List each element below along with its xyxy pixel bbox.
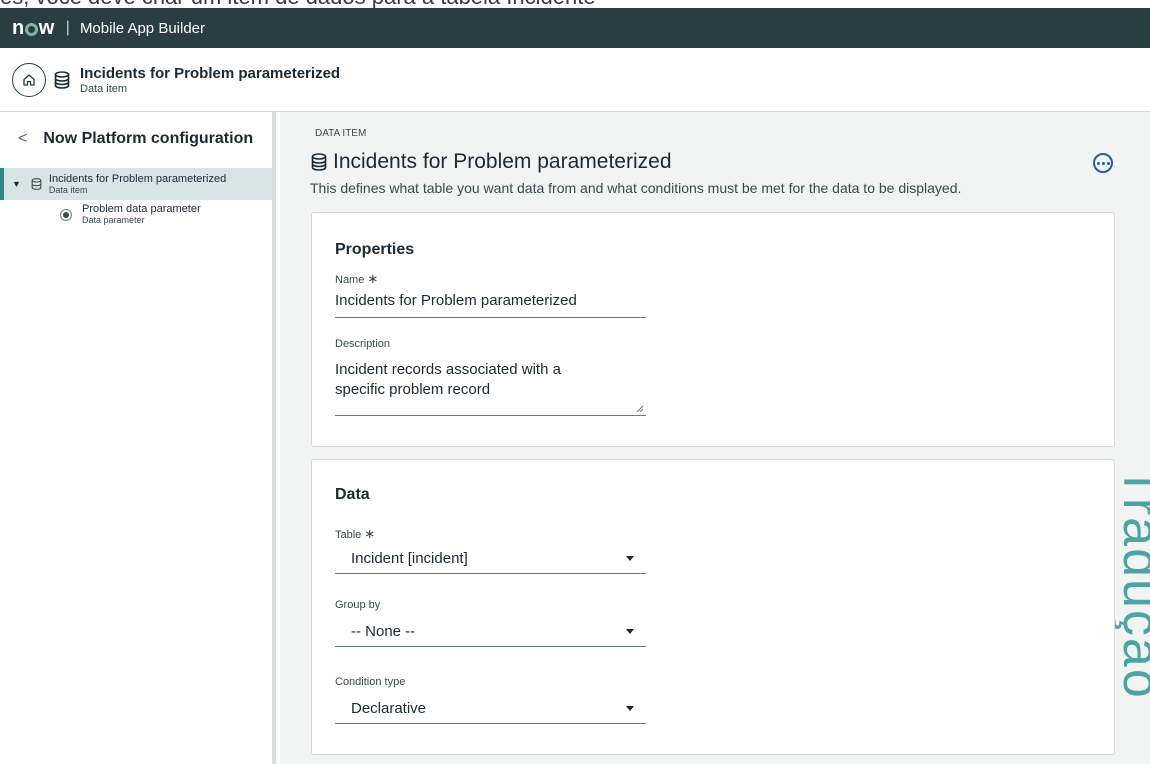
table-select[interactable]: Incident [incident] bbox=[335, 544, 646, 574]
database-icon bbox=[31, 178, 42, 190]
more-options-icon[interactable] bbox=[1093, 153, 1113, 173]
watermark-text: Tradução bbox=[1115, 466, 1150, 700]
group-by-select[interactable]: -- None -- bbox=[335, 617, 646, 647]
table-label: Table ∗ bbox=[335, 526, 375, 542]
description-field[interactable]: Incident records associated with a speci… bbox=[335, 360, 646, 416]
data-heading: Data bbox=[335, 486, 370, 503]
back-button[interactable]: < Now Platform configuration bbox=[0, 112, 272, 166]
top-bar: nw | Mobile App Builder bbox=[0, 8, 1150, 48]
tree-item-label: Incidents for Problem parameterized bbox=[48, 172, 227, 185]
description-value: Incident records associated with a speci… bbox=[335, 361, 561, 398]
app-title: Mobile App Builder bbox=[79, 19, 206, 37]
data-card: Data Table ∗ Incident [incident] Group by… bbox=[311, 459, 1115, 755]
name-field[interactable]: Incidents for Problem parameterized bbox=[335, 292, 646, 318]
condition-type-label: Condition type bbox=[335, 676, 406, 688]
back-chevron-icon: < bbox=[18, 130, 28, 147]
watermark: Tradução bbox=[1115, 466, 1150, 764]
caption-text: es, você deve criar um item de dados par… bbox=[0, 0, 596, 8]
tree-item-sublabel: Data parameter bbox=[82, 215, 145, 225]
page-header: Incidents for Problem parameterized Data… bbox=[0, 48, 1150, 112]
resize-handle-icon[interactable] bbox=[636, 405, 644, 413]
tree-item-data-item[interactable]: ▼ Incidents for Problem parameterized Da… bbox=[0, 168, 272, 200]
radio-icon bbox=[60, 208, 72, 221]
dropdown-caret-icon bbox=[626, 629, 634, 634]
main-content: DATA ITEM Incidents for Problem paramete… bbox=[280, 112, 1150, 764]
required-mark: ∗ bbox=[367, 271, 379, 286]
caption-strip: es, você deve criar um item de dados par… bbox=[0, 0, 1150, 8]
properties-heading: Properties bbox=[335, 241, 415, 258]
table-select-value: Incident [incident] bbox=[351, 550, 468, 567]
home-button[interactable] bbox=[12, 62, 46, 97]
home-icon bbox=[23, 73, 35, 86]
page-title: Incidents for Problem parameterized bbox=[311, 150, 672, 174]
tree-item-data-parameter[interactable]: Problem data parameter Data parameter bbox=[60, 204, 201, 225]
database-icon bbox=[311, 153, 327, 171]
expand-triangle-icon[interactable]: ▼ bbox=[12, 179, 21, 189]
tree-item-label: Problem data parameter bbox=[82, 203, 201, 215]
group-by-label: Group by bbox=[335, 599, 381, 611]
dropdown-caret-icon bbox=[626, 556, 634, 561]
topbar-separator: | bbox=[65, 19, 70, 36]
tree-item-sublabel: Data item bbox=[48, 184, 88, 195]
header-titles: Incidents for Problem parameterized Data… bbox=[80, 65, 340, 95]
condition-type-select[interactable]: Declarative bbox=[335, 694, 646, 724]
description-label: Description bbox=[335, 338, 391, 350]
now-logo[interactable]: nw bbox=[12, 17, 54, 40]
page-description: This defines what table you want data fr… bbox=[310, 180, 962, 196]
dropdown-caret-icon bbox=[626, 706, 634, 711]
condition-type-select-value: Declarative bbox=[351, 700, 427, 717]
properties-card: Properties Name ∗ Incidents for Problem p… bbox=[311, 212, 1115, 447]
header-title: Incidents for Problem parameterized bbox=[80, 64, 341, 82]
group-by-select-value: -- None -- bbox=[351, 623, 416, 640]
sidebar: < Now Platform configuration ▼ Incidents… bbox=[0, 112, 276, 764]
name-label: Name ∗ bbox=[335, 271, 378, 287]
required-mark: ∗ bbox=[364, 526, 376, 541]
database-icon bbox=[54, 70, 70, 89]
table-label-text: Table bbox=[335, 529, 362, 541]
header-subtitle: Data item bbox=[80, 82, 128, 95]
sidebar-title: Now Platform configuration bbox=[43, 130, 254, 147]
name-label-text: Name bbox=[335, 274, 365, 286]
eyebrow-label: DATA ITEM bbox=[315, 128, 367, 139]
page-title-text: Incidents for Problem parameterized bbox=[333, 150, 672, 173]
